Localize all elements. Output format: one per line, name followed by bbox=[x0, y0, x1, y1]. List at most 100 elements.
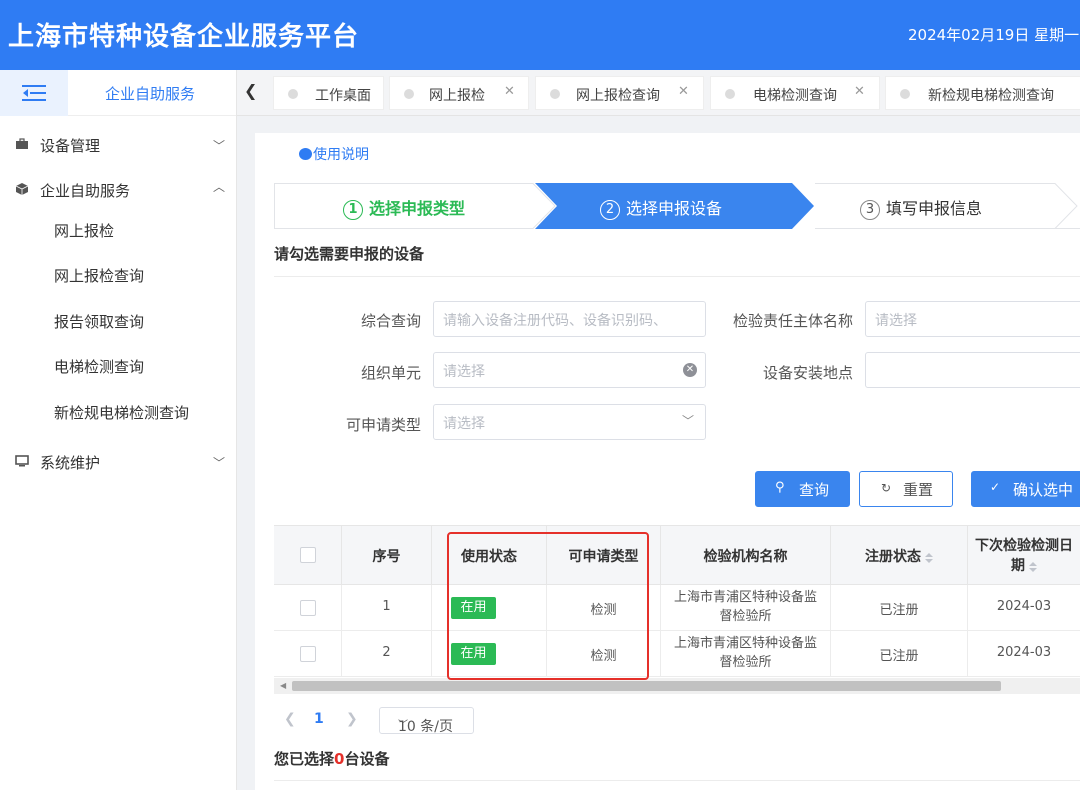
step-number: 2 bbox=[600, 200, 620, 220]
tab-status-dot bbox=[550, 89, 560, 99]
divider bbox=[274, 780, 1080, 781]
highlight-box bbox=[447, 532, 649, 680]
scrollbar-thumb[interactable] bbox=[292, 681, 1001, 691]
sidebar-item-online-inspection-query[interactable]: 网上报检查询 bbox=[54, 265, 144, 286]
scroll-left-icon[interactable]: ◀ bbox=[280, 681, 286, 690]
confirm-button-label: 确认选中 bbox=[1013, 481, 1074, 499]
row-next-date: 2024-03 bbox=[996, 599, 1052, 614]
step-indicator: 1 选择申报类型 2 选择申报设备 3 填写申报信息 bbox=[274, 183, 1080, 229]
chevron-left-icon[interactable]: ❮ bbox=[244, 81, 264, 105]
menu-fold-icon bbox=[22, 85, 46, 101]
sort-icon bbox=[925, 553, 933, 563]
cube-icon bbox=[15, 183, 29, 195]
table-header: 序号 使用状态 可申请类型 检验机构名称 注册状态 下次检验检测日期 bbox=[274, 525, 1080, 586]
clear-icon[interactable]: ✕ bbox=[683, 363, 697, 377]
tab-online-inspection[interactable]: 网上报检 ✕ bbox=[389, 76, 529, 110]
tab-label: 工作桌面 bbox=[315, 88, 371, 104]
sidebar-current-module: 企业自助服务 bbox=[105, 85, 196, 103]
tab-status-dot bbox=[900, 89, 910, 99]
chevron-down-icon: ﹀ bbox=[682, 414, 695, 428]
sidebar-group-device-management[interactable]: 设备管理 ﹀ bbox=[0, 125, 237, 165]
help-link[interactable]: 使用说明 bbox=[299, 144, 369, 164]
tab-label: 网上报检查询 bbox=[576, 88, 660, 104]
refresh-icon: ↻ bbox=[881, 481, 892, 495]
select-all-checkbox[interactable] bbox=[300, 547, 316, 563]
table-row[interactable]: 1 在用 检测 上海市青浦区特种设备监 督检验所 已注册 2024-03 bbox=[274, 585, 1080, 631]
tab-online-inspection-query[interactable]: 网上报检查询 ✕ bbox=[535, 76, 704, 110]
col-next-inspection-date[interactable]: 下次检验检测日期 bbox=[968, 526, 1080, 586]
step-2: 2 选择申报设备 bbox=[600, 195, 722, 220]
sidebar-group-label: 企业自助服务 bbox=[40, 182, 131, 200]
row-registration: 已注册 bbox=[879, 603, 919, 618]
sidebar-item-new-elevator-test-query[interactable]: 新检规电梯检测查询 bbox=[54, 402, 189, 423]
type-select[interactable]: 请选择 ﹀ bbox=[433, 404, 706, 440]
page-size-select[interactable]: 10 条/页 ﹀ bbox=[379, 707, 474, 735]
tab-new-elevator-test-query[interactable]: 新检规电梯检测查询 bbox=[885, 76, 1080, 110]
row-checkbox[interactable] bbox=[300, 646, 316, 662]
step-3: 3 填写申报信息 bbox=[860, 195, 982, 220]
check-icon: ✓ bbox=[990, 480, 1001, 494]
selected-count: 0 bbox=[334, 750, 345, 768]
briefcase-icon bbox=[16, 138, 28, 149]
org-select[interactable]: 请选择 ✕ bbox=[433, 352, 706, 388]
chevron-up-icon: ︿ bbox=[213, 180, 226, 194]
prev-page-icon[interactable]: ❮ bbox=[284, 711, 296, 727]
sidebar-item-online-inspection[interactable]: 网上报检 bbox=[54, 220, 114, 241]
tab-status-dot bbox=[725, 89, 735, 99]
search-button-label: 查询 bbox=[799, 481, 830, 499]
horizontal-scrollbar[interactable]: ◀ bbox=[274, 678, 1080, 694]
close-icon[interactable]: ✕ bbox=[854, 84, 865, 99]
tab-status-dot bbox=[404, 89, 414, 99]
section-title: 请勾选需要申报的设备 bbox=[274, 245, 425, 263]
row-agency: 上海市青浦区特种设备监 督检验所 bbox=[673, 590, 817, 624]
main-panel: 使用说明 1 选择申报类型 2 选择申报设备 3 填写申报信息 请勾选需要申报的设备 … bbox=[255, 133, 1080, 790]
col-agency-name: 检验机构名称 bbox=[661, 526, 831, 586]
location-input[interactable] bbox=[865, 352, 1080, 388]
query-label: 综合查询 bbox=[360, 312, 421, 330]
menu-toggle-button[interactable] bbox=[0, 70, 68, 116]
sidebar-item-report-collection-query[interactable]: 报告领取查询 bbox=[54, 311, 144, 332]
row-index: 1 bbox=[382, 599, 391, 614]
location-label: 设备安装地点 bbox=[762, 364, 853, 382]
sidebar-header: 企业自助服务 bbox=[0, 70, 236, 116]
search-input[interactable]: 请输入设备注册代码、设备识别码、 bbox=[433, 301, 706, 337]
app-title: 上海市特种设备企业服务平台 bbox=[8, 22, 360, 52]
sidebar: 企业自助服务 设备管理 ﹀ 企业自助服务 ︿ 网上报检 网上报检查询 报告领取查… bbox=[0, 70, 237, 790]
search-button[interactable]: ⚲ 查询 bbox=[755, 471, 850, 507]
sidebar-group-self-service[interactable]: 企业自助服务 ︿ bbox=[0, 170, 237, 210]
entity-label: 检验责任主体名称 bbox=[732, 312, 853, 330]
row-next-date: 2024-03 bbox=[996, 645, 1052, 660]
row-registration: 已注册 bbox=[879, 649, 919, 664]
sidebar-item-elevator-test-query[interactable]: 电梯检测查询 bbox=[54, 356, 144, 377]
tab-label: 新检规电梯检测查询 bbox=[928, 88, 1054, 104]
next-page-icon[interactable]: ❯ bbox=[346, 711, 358, 727]
step-label: 选择申报类型 bbox=[369, 199, 466, 218]
step-1: 1 选择申报类型 bbox=[343, 195, 465, 220]
reset-button[interactable]: ↻ 重置 bbox=[859, 471, 953, 507]
reset-button-label: 重置 bbox=[903, 481, 934, 499]
row-index: 2 bbox=[382, 645, 391, 660]
divider bbox=[274, 276, 1080, 277]
table-row[interactable]: 2 在用 检测 上海市青浦区特种设备监 督检验所 已注册 2024-03 bbox=[274, 631, 1080, 677]
sidebar-group-system-maintenance[interactable]: 系统维护 ﹀ bbox=[0, 442, 237, 482]
sidebar-group-label: 设备管理 bbox=[40, 137, 101, 155]
monitor-icon bbox=[15, 455, 29, 467]
tab-workbench[interactable]: 工作桌面 bbox=[273, 76, 384, 110]
row-agency: 上海市青浦区特种设备监 督检验所 bbox=[673, 636, 817, 670]
help-link-label: 使用说明 bbox=[313, 147, 369, 163]
sidebar-group-label: 系统维护 bbox=[40, 454, 101, 472]
tab-elevator-test-query[interactable]: 电梯检测查询 ✕ bbox=[710, 76, 880, 110]
step-number: 1 bbox=[343, 200, 363, 220]
confirm-selection-button[interactable]: ✓ 确认选中 bbox=[971, 471, 1080, 507]
close-icon[interactable]: ✕ bbox=[678, 84, 689, 99]
step-number: 3 bbox=[860, 200, 880, 220]
current-page[interactable]: 1 bbox=[314, 711, 324, 727]
entity-select[interactable]: 请选择 bbox=[865, 301, 1080, 337]
tab-bar: ❮ 工作桌面 网上报检 ✕ 网上报检查询 ✕ 电梯检测查询 ✕ 新检规电梯检测查… bbox=[237, 70, 1080, 116]
type-label: 可申请类型 bbox=[345, 416, 421, 434]
close-icon[interactable]: ✕ bbox=[504, 84, 515, 99]
col-index: 序号 bbox=[342, 526, 432, 586]
step-label: 选择申报设备 bbox=[626, 199, 723, 218]
row-checkbox[interactable] bbox=[300, 600, 316, 616]
col-registration-status[interactable]: 注册状态 bbox=[831, 526, 968, 586]
